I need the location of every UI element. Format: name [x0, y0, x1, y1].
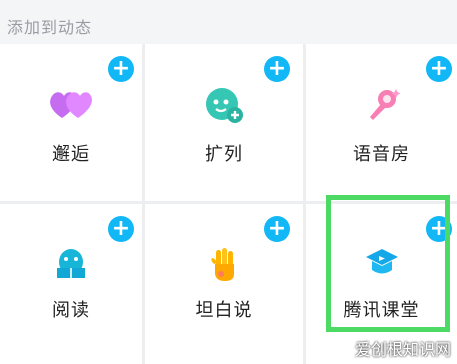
reading-penguin-icon: [53, 246, 89, 286]
add-plus-icon[interactable]: +: [108, 216, 134, 242]
add-plus-icon[interactable]: +: [264, 216, 290, 242]
add-friend-face-icon: [204, 86, 244, 128]
add-plus-icon[interactable]: +: [426, 56, 452, 82]
add-plus-icon[interactable]: +: [108, 56, 134, 82]
tile-label: 腾讯课堂: [343, 300, 420, 321]
add-plus-icon[interactable]: +: [264, 56, 290, 82]
tile-voice-room[interactable]: + 语音房: [306, 44, 457, 201]
tile-expand-friends[interactable]: + 扩列: [145, 44, 303, 201]
section-header: 添加到动态: [0, 0, 457, 44]
tile-label: 阅读: [52, 300, 90, 321]
add-to-feed-title: 添加到动态: [7, 18, 93, 37]
watermark: 爱创根知识网: [354, 340, 451, 359]
graduation-play-icon: [364, 246, 400, 284]
tile-reading[interactable]: + 阅读: [0, 204, 142, 364]
tile-label: 语音房: [353, 144, 410, 165]
tile-label: 扩列: [205, 144, 243, 165]
microphone-icon: [363, 86, 401, 128]
raised-hand-icon: [207, 246, 241, 288]
feature-grid: + 邂逅 + 扩列 + 语音房 + 阅读 + 坦白说 + 腾讯课堂: [0, 44, 457, 364]
hearts-icon: [48, 88, 94, 126]
tile-confession[interactable]: + 坦白说: [145, 204, 303, 364]
tile-label: 邂逅: [52, 144, 90, 165]
tile-encounter[interactable]: + 邂逅: [0, 44, 142, 201]
tile-label: 坦白说: [195, 300, 253, 321]
add-plus-icon[interactable]: +: [426, 216, 452, 242]
